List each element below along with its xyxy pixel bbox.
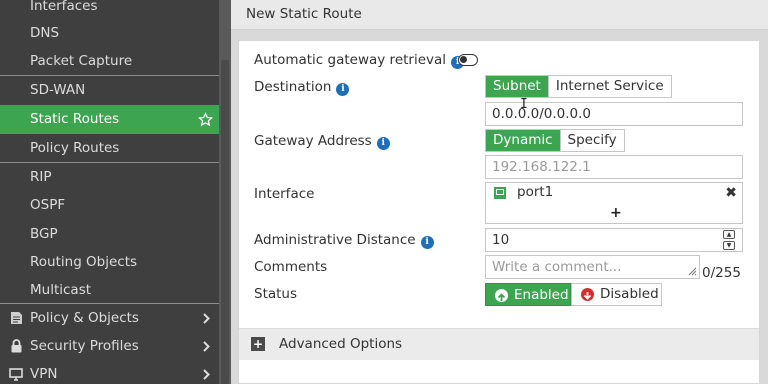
comments-counter: 0/255 xyxy=(702,265,741,281)
sidebar-item-packet-capture[interactable]: Packet Capture xyxy=(0,47,219,75)
sidebar-item-bgp[interactable]: BGP xyxy=(0,220,219,248)
status-label: Status xyxy=(254,286,298,302)
sidebar-item-sd-wan[interactable]: SD-WAN xyxy=(0,76,219,104)
status-enabled-button[interactable]: Enabled xyxy=(485,283,571,306)
sidebar-section-label: Security Profiles xyxy=(30,338,139,354)
admin-distance-label-text: Administrative Distance xyxy=(254,232,416,248)
number-stepper[interactable]: ▲ ▼ xyxy=(723,230,735,250)
sidebar-section-policy-objects[interactable]: Policy & Objects xyxy=(0,304,219,332)
chevron-right-icon xyxy=(201,360,211,384)
page-header: New Static Route xyxy=(231,0,768,30)
sidebar-item-dns[interactable]: DNS xyxy=(0,19,219,47)
add-icon[interactable]: + xyxy=(610,205,622,221)
sidebar-item-label: Routing Objects xyxy=(30,254,138,270)
star-icon[interactable] xyxy=(197,105,213,133)
sidebar-item-label: DNS xyxy=(30,25,60,41)
comments-label: Comments xyxy=(254,259,328,275)
comments-placeholder: Write a comment... xyxy=(492,259,622,275)
admin-distance-label: Administrative Distance i xyxy=(254,232,434,249)
stepper-down-icon[interactable]: ▼ xyxy=(723,241,735,250)
destination-label: Destination i xyxy=(254,79,350,96)
sidebar-section-label: Policy & Objects xyxy=(30,310,139,326)
interface-value: port1 xyxy=(517,184,554,200)
sidebar-item-rip[interactable]: RIP xyxy=(0,163,219,191)
info-icon[interactable]: i xyxy=(336,83,350,96)
auto-gateway-label: Automatic gateway retrievali xyxy=(254,52,465,69)
sidebar-item-static-routes[interactable]: Static Routes xyxy=(0,105,219,134)
advanced-options-label: Advanced Options xyxy=(279,336,403,352)
status-enabled-label: Enabled xyxy=(514,287,569,303)
gateway-type-toggle: Dynamic Specify xyxy=(485,129,625,152)
static-route-form: Automatic gateway retrievali Destination… xyxy=(238,40,760,384)
sidebar: Interfaces DNS Packet Capture SD-WAN Sta… xyxy=(0,0,219,384)
sidebar-section-vpn[interactable]: VPN xyxy=(0,360,219,384)
interface-select[interactable]: port1 ✖ + xyxy=(485,182,743,224)
page-title: New Static Route xyxy=(246,6,362,22)
admin-distance-input[interactable]: 10 ▲ ▼ xyxy=(485,228,743,252)
gateway-address-input: 192.168.122.1 xyxy=(485,155,743,179)
advanced-options-section[interactable]: + Advanced Options xyxy=(239,328,759,360)
sidebar-item-label: RIP xyxy=(30,169,52,185)
gateway-dynamic-button[interactable]: Dynamic xyxy=(486,130,560,151)
lock-icon xyxy=(8,332,24,360)
interface-label: Interface xyxy=(254,186,315,202)
status-disabled-button[interactable]: Disabled xyxy=(571,283,662,306)
text-cursor-icon: I xyxy=(520,97,528,112)
gateway-label-text: Gateway Address xyxy=(254,133,372,149)
sidebar-item-label: Policy Routes xyxy=(30,140,120,156)
sidebar-section-security-profiles[interactable]: Security Profiles xyxy=(0,332,219,360)
sidebar-section-label: VPN xyxy=(30,366,58,382)
sidebar-item-label: OSPF xyxy=(30,197,66,213)
destination-internet-service-button[interactable]: Internet Service xyxy=(547,76,671,97)
destination-subnet-button[interactable]: Subnet xyxy=(486,76,548,97)
auto-gateway-label-text: Automatic gateway retrieval xyxy=(254,52,447,68)
sidebar-item-multicast[interactable]: Multicast xyxy=(0,276,219,304)
info-icon[interactable]: i xyxy=(376,137,390,150)
sidebar-item-label: Static Routes xyxy=(30,111,120,127)
info-icon[interactable]: i xyxy=(420,236,434,249)
stepper-up-icon[interactable]: ▲ xyxy=(723,230,735,239)
sidebar-item-label: Interfaces xyxy=(30,0,98,14)
comments-textarea[interactable]: Write a comment... xyxy=(485,255,700,279)
expand-plus-icon[interactable]: + xyxy=(251,337,265,351)
window-edge xyxy=(760,40,768,384)
sidebar-item-label: SD-WAN xyxy=(30,82,86,98)
policy-icon xyxy=(8,304,24,332)
gateway-label: Gateway Address i xyxy=(254,133,390,150)
resize-handle-icon[interactable] xyxy=(687,266,697,276)
gateway-specify-button[interactable]: Specify xyxy=(559,130,624,151)
destination-label-text: Destination xyxy=(254,79,332,95)
sidebar-item-ospf[interactable]: OSPF xyxy=(0,191,219,219)
chevron-right-icon xyxy=(201,332,211,360)
destination-type-toggle: Subnet Internet Service xyxy=(485,75,672,98)
sidebar-item-label: BGP xyxy=(30,226,58,242)
sidebar-item-interfaces[interactable]: Interfaces xyxy=(0,0,219,20)
close-icon[interactable]: ✖ xyxy=(725,185,737,201)
arrow-up-circle-icon xyxy=(495,289,508,302)
sidebar-scrollbar-thumb[interactable] xyxy=(221,60,229,384)
arrow-down-circle-icon xyxy=(581,288,594,301)
sidebar-item-label: Packet Capture xyxy=(30,53,133,69)
monitor-icon xyxy=(8,360,24,384)
chevron-right-icon xyxy=(201,304,211,332)
port-icon xyxy=(494,187,506,199)
admin-distance-value: 10 xyxy=(492,232,510,248)
auto-gateway-toggle[interactable] xyxy=(458,54,478,66)
sidebar-item-policy-routes[interactable]: Policy Routes xyxy=(0,134,219,162)
status-disabled-label: Disabled xyxy=(600,286,659,302)
sidebar-item-label: Multicast xyxy=(30,282,92,298)
sidebar-item-routing-objects[interactable]: Routing Objects xyxy=(0,248,219,276)
toggle-knob xyxy=(460,56,467,63)
